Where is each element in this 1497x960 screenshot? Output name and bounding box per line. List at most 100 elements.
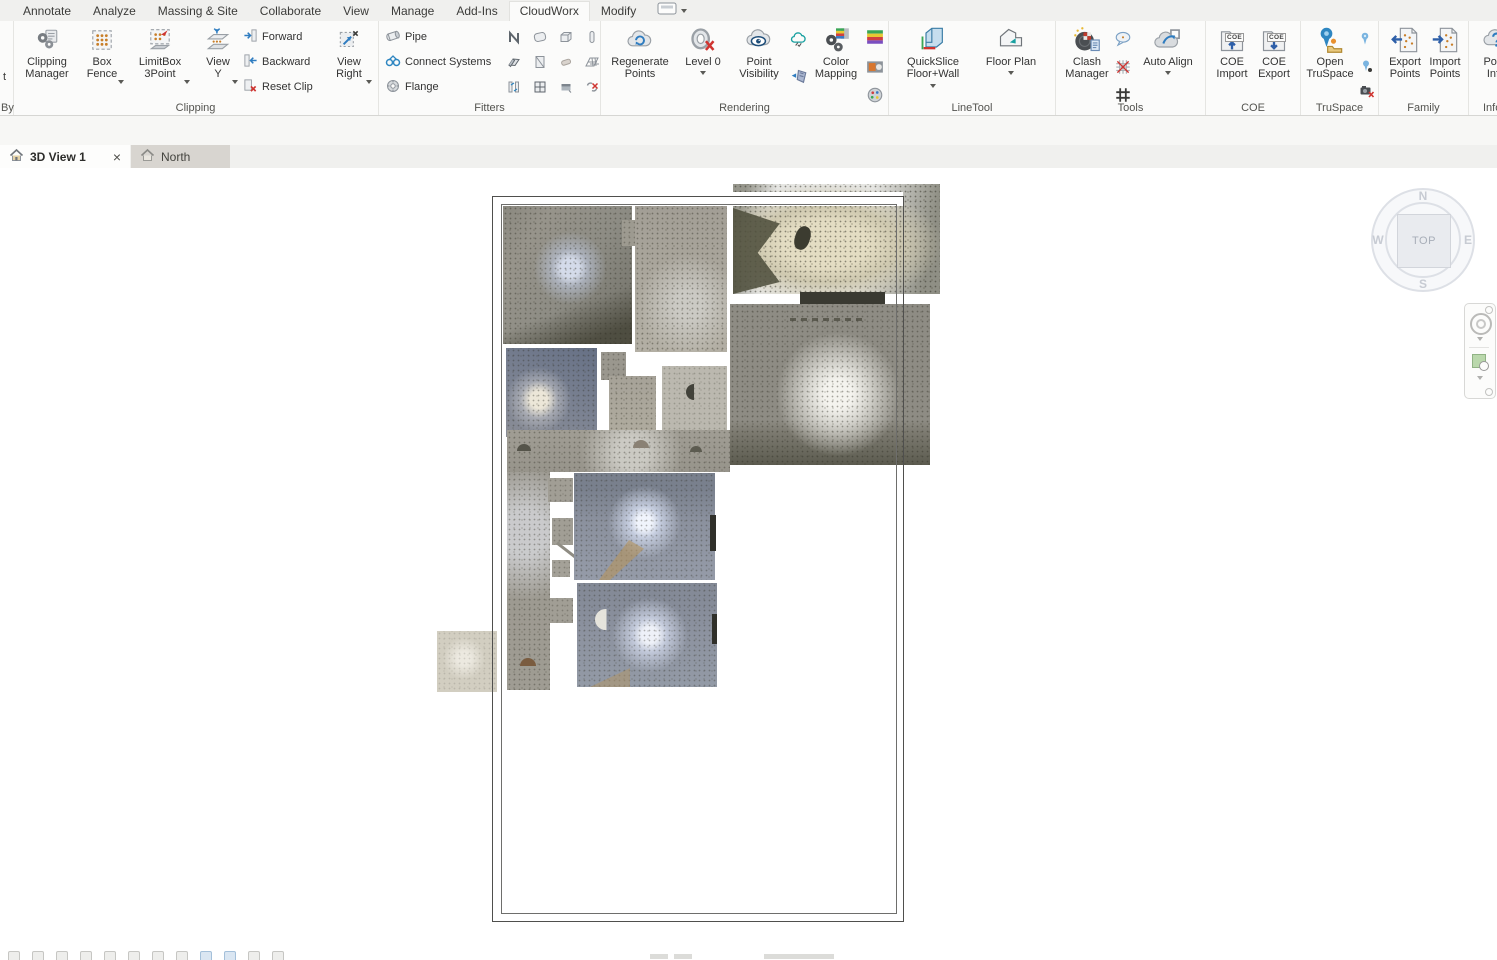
filter-points-icon[interactable] (789, 65, 809, 85)
camera-disable-icon[interactable] (1357, 81, 1377, 101)
coe-import-button[interactable]: COE COE Import (1212, 24, 1252, 108)
rect-duct-icon[interactable] (556, 27, 576, 47)
view-y-button[interactable]: View Y (197, 24, 239, 108)
point-info-button[interactable]: Point Info (1474, 24, 1497, 108)
door-icon[interactable] (530, 52, 550, 72)
viewport-canvas[interactable]: N S W E TOP (0, 168, 1497, 960)
quickslice-button[interactable]: QuickSlice Floor+Wall (895, 24, 971, 108)
export-points-button[interactable]: Export Points (1385, 24, 1425, 108)
rounded-duct-icon[interactable] (530, 27, 550, 47)
view-control-glyph (272, 951, 284, 960)
view-right-icon (336, 24, 362, 56)
truspace-pin-dot-icon[interactable] (1357, 57, 1377, 77)
ribbon-group-partial: t By (0, 21, 14, 115)
cable-tray-icon[interactable] (582, 52, 602, 72)
dropdown-caret[interactable] (118, 80, 124, 84)
open-truspace-button[interactable]: Open TruSpace (1304, 24, 1356, 108)
floor-plan-icon (997, 24, 1025, 56)
dropdown-caret[interactable] (366, 80, 372, 84)
image-adjust-icon[interactable] (865, 57, 885, 77)
connect-systems-button[interactable]: Connect Systems (385, 53, 491, 71)
disconnect-icon[interactable] (582, 77, 602, 97)
tab-analyze[interactable]: Analyze (82, 1, 147, 21)
flange-button[interactable]: Flange (385, 78, 439, 96)
viewcube-north[interactable]: N (1416, 189, 1430, 203)
button-label: Pipe (405, 31, 427, 43)
viewcube[interactable]: N S W E TOP (1371, 188, 1475, 292)
tab-modify[interactable]: Modify (590, 1, 647, 21)
dropdown-caret[interactable] (700, 71, 706, 75)
viewcube-south[interactable]: S (1416, 277, 1430, 291)
coe-export-button[interactable]: COE COE Export (1254, 24, 1294, 108)
viewcube-top-face[interactable]: TOP (1397, 214, 1451, 268)
view-control-glyph (650, 954, 668, 959)
duct-elbow-icon[interactable] (504, 27, 524, 47)
view-control-glyph (80, 951, 92, 960)
pattern-clash-icon[interactable] (1113, 57, 1133, 77)
ribbon-group-linetool: QuickSlice Floor+Wall Floor Plan LineToo… (889, 21, 1056, 115)
rainbow-ramp-icon[interactable] (865, 27, 885, 47)
truspace-pin-icon[interactable] (1355, 29, 1375, 49)
view-control-bar[interactable] (0, 948, 900, 960)
window-icon[interactable] (530, 77, 550, 97)
dropdown-caret[interactable] (1008, 71, 1014, 75)
view-tab-3d-view-1[interactable]: 3D View 1 × (0, 145, 130, 168)
tab-collaborate[interactable]: Collaborate (249, 1, 332, 21)
navbar-caret-icon[interactable] (1477, 337, 1483, 341)
steering-wheel-icon[interactable] (1470, 313, 1492, 335)
section-box-inner[interactable] (501, 204, 897, 914)
view-control-glyph (674, 954, 692, 959)
view-control-glyph (32, 951, 44, 960)
floor-plan-button[interactable]: Floor Plan (979, 24, 1043, 108)
level-filter-button[interactable]: Level 0 (677, 24, 729, 108)
import-points-button[interactable]: Import Points (1425, 24, 1465, 108)
eraser-icon[interactable] (556, 52, 576, 72)
view-control-glyph (8, 951, 20, 960)
tab-view[interactable]: View (332, 1, 380, 21)
cloud-comment-icon[interactable] (1113, 29, 1133, 49)
beam-icon[interactable] (504, 52, 524, 72)
view-tab-north[interactable]: North (131, 145, 230, 168)
backward-button[interactable]: Backward (243, 53, 310, 71)
viewcube-east[interactable]: E (1461, 233, 1475, 247)
viewcube-west[interactable]: W (1371, 233, 1385, 247)
dropdown-caret[interactable] (930, 84, 936, 88)
pipes-transfer-icon[interactable] (504, 77, 524, 97)
point-visibility-button[interactable]: Point Visibility (733, 24, 785, 108)
tab-annotate[interactable]: Annotate (12, 1, 82, 21)
button-label: View Right (336, 56, 362, 81)
column-icon[interactable] (582, 27, 602, 47)
navbar-caret-icon[interactable] (1477, 376, 1483, 380)
limitbox-icon (147, 24, 173, 56)
open-truspace-icon (1316, 24, 1344, 56)
dropdown-caret[interactable] (184, 80, 190, 84)
view-tab-bar: 3D View 1 × North (0, 145, 1497, 168)
tab-manage[interactable]: Manage (380, 1, 445, 21)
dropdown-caret[interactable] (232, 80, 238, 84)
button-label: COE Export (1258, 56, 1290, 81)
limitbox-3point-button[interactable]: LimitBox 3Point (129, 24, 191, 108)
clipping-manager-button[interactable]: Clipping Manager (19, 24, 75, 108)
reset-clip-button[interactable]: Reset Clip (243, 78, 313, 96)
view-right-button[interactable]: View Right (325, 24, 373, 108)
button-label: Clash Manager (1065, 56, 1108, 81)
regenerate-points-button[interactable]: Regenerate Points (607, 24, 673, 108)
forward-button[interactable]: Forward (243, 28, 302, 46)
pipe-button[interactable]: Pipe (385, 28, 427, 46)
close-tab-button[interactable]: × (113, 149, 121, 165)
box-fence-button[interactable]: Box Fence (79, 24, 125, 108)
tab-cloudworx[interactable]: CloudWorx (509, 1, 590, 21)
navigation-bar[interactable] (1464, 303, 1496, 399)
ribbon-collapse-button[interactable] (657, 2, 687, 20)
clash-manager-button[interactable]: Clash Manager (1061, 24, 1113, 108)
tab-addins[interactable]: Add-Ins (445, 1, 508, 21)
color-mapping-button[interactable]: Color Mapping (807, 24, 865, 108)
auto-align-button[interactable]: Auto Align (1136, 24, 1200, 108)
application-window: Annotate Analyze Massing & Site Collabor… (0, 0, 1497, 960)
dropdown-caret[interactable] (1165, 71, 1171, 75)
panel-icon[interactable] (556, 77, 576, 97)
button-label: Point Info (1483, 56, 1497, 81)
tab-massing-site[interactable]: Massing & Site (147, 1, 249, 21)
cloud-regard-icon[interactable] (789, 31, 809, 51)
button-label: LimitBox 3Point (139, 56, 181, 81)
